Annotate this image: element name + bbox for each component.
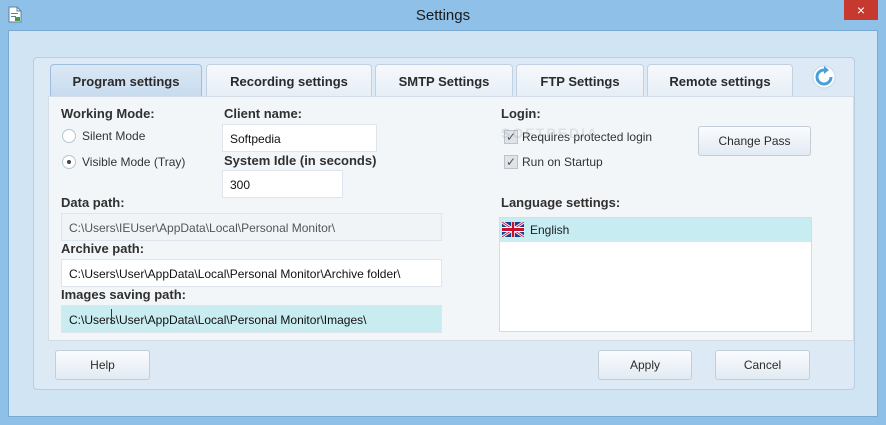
title-bar: Settings × [0, 0, 886, 30]
tab-smtp-settings[interactable]: SMTP Settings [375, 64, 513, 96]
images-path-input[interactable]: C:\Users\User\AppData\Local\Personal Mon… [61, 305, 442, 333]
client-name-input[interactable]: Softpedia [222, 124, 377, 152]
tab-remote-settings[interactable]: Remote settings [647, 64, 793, 96]
tab-program-settings[interactable]: Program settings [50, 64, 202, 96]
tab-ftp-settings[interactable]: FTP Settings [516, 64, 644, 96]
language-item-english[interactable]: English [500, 218, 811, 242]
help-button[interactable]: Help [55, 350, 150, 380]
text-cursor [111, 309, 113, 323]
language-item-label: English [530, 223, 570, 237]
client-name-label: Client name: [224, 106, 303, 121]
uk-flag-icon [502, 222, 524, 237]
archive-path-input[interactable]: C:\Users\User\AppData\Local\Personal Mon… [61, 259, 442, 287]
language-list[interactable]: English [499, 217, 812, 332]
window-title: Settings [415, 7, 471, 24]
run-on-startup-checkbox[interactable]: ✓ [504, 155, 518, 169]
login-label: Login: [501, 106, 541, 121]
data-path-label: Data path: [61, 195, 125, 210]
cancel-button[interactable]: Cancel [715, 350, 810, 380]
settings-panel: Program settings Recording settings SMTP… [33, 57, 855, 390]
images-path-label: Images saving path: [61, 287, 186, 302]
visible-mode-radio[interactable] [62, 155, 76, 169]
language-settings-label: Language settings: [501, 195, 621, 210]
silent-mode-label[interactable]: Silent Mode [82, 129, 145, 143]
system-idle-input[interactable]: 300 [222, 170, 343, 198]
window-client-area: Program settings Recording settings SMTP… [8, 30, 878, 417]
refresh-icon[interactable] [812, 65, 836, 89]
tab-recording-settings[interactable]: Recording settings [206, 64, 372, 96]
data-path-input[interactable]: C:\Users\IEUser\AppData\Local\Personal M… [61, 213, 442, 241]
radio-selected-dot [67, 160, 71, 164]
softpedia-watermark: SOFTPEDIA [501, 125, 600, 141]
visible-mode-label[interactable]: Visible Mode (Tray) [82, 155, 185, 169]
system-idle-label: System Idle (in seconds) [224, 153, 377, 168]
run-on-startup-label[interactable]: Run on Startup [522, 155, 603, 169]
silent-mode-radio[interactable] [62, 129, 76, 143]
change-pass-button[interactable]: Change Pass [698, 126, 811, 156]
program-settings-content: Working Mode: Silent Mode Visible Mode (… [48, 96, 854, 341]
apply-button[interactable]: Apply [598, 350, 692, 380]
close-button[interactable]: × [844, 0, 878, 20]
working-mode-label: Working Mode: [61, 106, 155, 121]
archive-path-label: Archive path: [61, 241, 145, 256]
